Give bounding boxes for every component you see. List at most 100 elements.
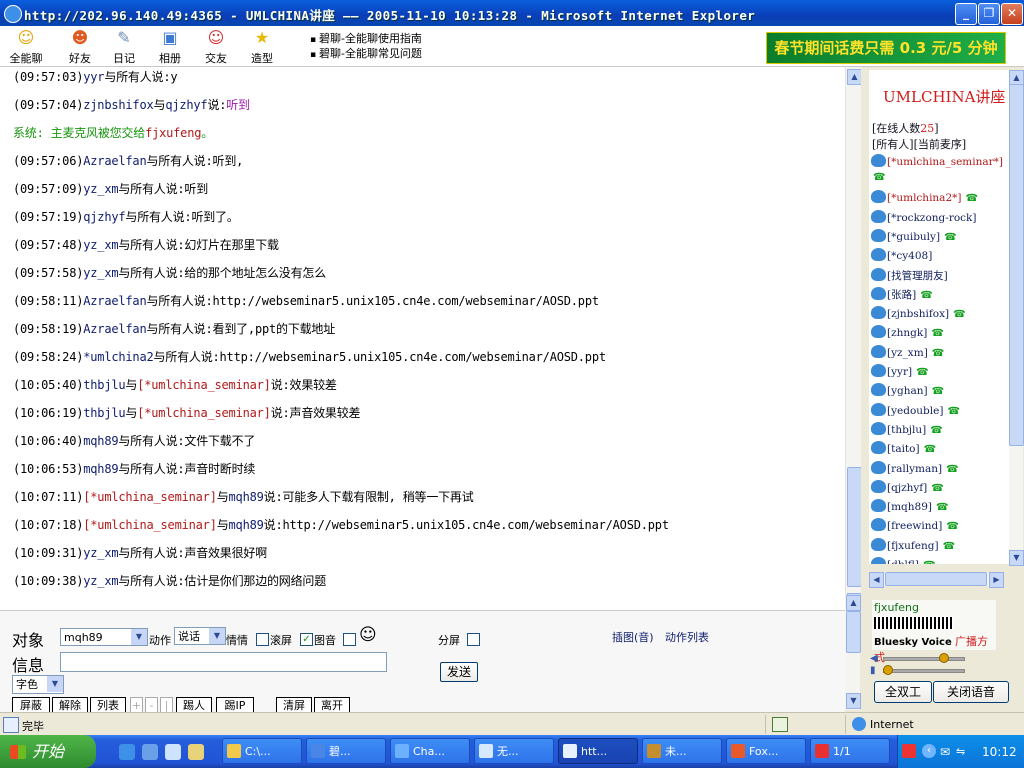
- mic-knob[interactable]: [883, 665, 893, 675]
- message-sender[interactable]: thbjlu: [83, 378, 125, 392]
- image-sound-checkbox[interactable]: ✓: [300, 633, 313, 646]
- mic-slider[interactable]: [883, 669, 965, 673]
- minimize-button[interactable]: _: [955, 3, 977, 25]
- mail-icon[interactable]: ✉: [940, 745, 950, 759]
- ad-banner[interactable]: 春节期间话费只需 0.3 元/5 分钟: [766, 32, 1006, 64]
- scroll-down-button[interactable]: ▼: [846, 693, 861, 709]
- taskbar-task[interactable]: 碧...: [306, 738, 386, 764]
- message-input[interactable]: [60, 652, 387, 672]
- message-sender[interactable]: *umlchina2: [83, 350, 153, 364]
- folder-quicklaunch-icon[interactable]: [188, 744, 204, 760]
- user-list-item[interactable]: [rallyman] ☎: [871, 460, 959, 475]
- system-message-user[interactable]: fjxufeng: [145, 126, 201, 140]
- scroll-right-button[interactable]: ▶: [989, 572, 1004, 588]
- ie-quicklaunch-icon[interactable]: [119, 744, 135, 760]
- message-recipient[interactable]: [*umlchina_seminar]: [137, 406, 271, 420]
- taskbar-task[interactable]: 未...: [642, 738, 722, 764]
- send-button[interactable]: 发送: [440, 662, 478, 682]
- maximize-button[interactable]: ❐: [978, 3, 1000, 25]
- message-sender[interactable]: Azraelfan: [83, 154, 146, 168]
- message-sender[interactable]: Azraelfan: [83, 294, 146, 308]
- message-sender[interactable]: yz_xm: [83, 266, 118, 280]
- message-sender[interactable]: thbjlu: [83, 406, 125, 420]
- insert-media-link[interactable]: 插图(音): [612, 629, 654, 645]
- help-link-guide[interactable]: 碧聊-全能聊使用指南: [310, 32, 422, 47]
- taskbar-task[interactable]: Fox...: [726, 738, 806, 764]
- user-list-item[interactable]: [*rockzong-rock]: [871, 209, 977, 224]
- start-button[interactable]: 开始: [0, 735, 96, 768]
- scroll-checkbox[interactable]: [256, 633, 269, 646]
- target-select[interactable]: mqh89 ▼: [60, 628, 148, 646]
- taskbar-task[interactable]: htt...: [558, 738, 638, 764]
- scroll-up-button[interactable]: ▲: [847, 69, 862, 85]
- close-voice-button[interactable]: 关闭语音: [933, 681, 1009, 703]
- toolbar-item-5[interactable]: ★ 造型: [242, 28, 282, 66]
- user-list-item[interactable]: [zjnbshifox] ☎: [871, 306, 966, 320]
- font-color-select[interactable]: 字色 ▼: [12, 675, 64, 694]
- toolbar-item-3[interactable]: ▣ 相册: [150, 28, 190, 66]
- toolbar-item-4[interactable]: ☺ 交友: [196, 28, 236, 66]
- network-icon[interactable]: ⇋: [956, 745, 965, 758]
- user-list-item[interactable]: [dblfl] ☎: [871, 557, 935, 564]
- user-list-item[interactable]: [yz_xm] ☎: [871, 344, 944, 359]
- message-sender[interactable]: zjnbshifox: [83, 98, 153, 112]
- taskbar-task[interactable]: Cha...: [390, 738, 470, 764]
- user-list-item[interactable]: [fjxufeng] ☎: [871, 537, 955, 552]
- action-list-link[interactable]: 动作列表: [665, 629, 709, 645]
- user-list-item[interactable]: [mqh89] ☎: [871, 499, 948, 513]
- scroll-thumb[interactable]: [847, 467, 862, 587]
- media-quicklaunch-icon[interactable]: [165, 744, 181, 760]
- full-duplex-button[interactable]: 全双工: [874, 681, 932, 703]
- message-sender[interactable]: Azraelfan: [83, 322, 146, 336]
- scroll-up-button[interactable]: ▲: [846, 595, 861, 611]
- panel-scrollbar[interactable]: ▲ ▼: [845, 595, 861, 710]
- message-sender[interactable]: yz_xm: [83, 574, 118, 588]
- toolbar-item-0[interactable]: ☺ 全能聊: [6, 28, 46, 66]
- user-list-item[interactable]: [yedouble] ☎: [871, 402, 960, 417]
- desktop-quicklaunch-icon[interactable]: [142, 744, 158, 760]
- user-list-item[interactable]: [张路] ☎: [871, 286, 933, 302]
- mic-queue-link[interactable]: [当前麦序]: [914, 138, 967, 151]
- message-sender[interactable]: yyr: [83, 70, 104, 84]
- toolbar-item-1[interactable]: ☻ 好友: [60, 28, 100, 66]
- scroll-thumb[interactable]: [846, 611, 861, 653]
- user-list-item[interactable]: [*umlchina2*] ☎: [871, 190, 978, 204]
- message-sender[interactable]: [*umlchina_seminar]: [83, 518, 217, 532]
- close-button[interactable]: ✕: [1001, 3, 1023, 25]
- user-list-item[interactable]: [*cy408]: [871, 248, 932, 262]
- all-users-link[interactable]: [所有人]: [872, 138, 914, 151]
- taskbar-task[interactable]: C:\...: [222, 738, 302, 764]
- emoticon-icon[interactable]: ☺: [359, 625, 377, 645]
- volume-slider[interactable]: [883, 657, 965, 661]
- user-list-item[interactable]: [yghan] ☎: [871, 383, 944, 397]
- scroll-thumb[interactable]: [1009, 84, 1024, 446]
- taskbar-task[interactable]: 1/1: [810, 738, 890, 764]
- scroll-left-button[interactable]: ◀: [869, 572, 884, 588]
- volume-knob[interactable]: [939, 653, 949, 663]
- message-recipient[interactable]: mqh89: [229, 490, 264, 504]
- message-sender[interactable]: yz_xm: [83, 182, 118, 196]
- ime-icon[interactable]: [902, 744, 916, 758]
- user-list-item[interactable]: [taito] ☎: [871, 441, 936, 455]
- taskbar-task[interactable]: 无...: [474, 738, 554, 764]
- message-sender[interactable]: mqh89: [83, 434, 118, 448]
- user-list-hscrollbar[interactable]: ◀ ▶: [869, 572, 1004, 588]
- action-select[interactable]: 说话 ▼: [174, 627, 226, 645]
- split-checkbox[interactable]: [467, 633, 480, 646]
- message-sender[interactable]: yz_xm: [83, 546, 118, 560]
- user-list-item[interactable]: [yyr] ☎: [871, 364, 929, 378]
- user-list-item[interactable]: [*umlchina_seminar*]: [871, 154, 1003, 168]
- user-list-item[interactable]: [找管理朋友]: [871, 267, 948, 283]
- message-recipient[interactable]: [*umlchina_seminar]: [137, 378, 271, 392]
- message-sender[interactable]: [*umlchina_seminar]: [83, 490, 217, 504]
- user-list-item[interactable]: [zhngk] ☎: [871, 325, 944, 339]
- message-sender[interactable]: mqh89: [83, 462, 118, 476]
- user-list-item[interactable]: [freewind] ☎: [871, 518, 959, 532]
- message-sender[interactable]: yz_xm: [83, 238, 118, 252]
- message-recipient[interactable]: mqh89: [229, 518, 264, 532]
- help-link-faq[interactable]: 碧聊-全能聊常见问题: [310, 47, 422, 62]
- scroll-thumb[interactable]: [885, 572, 987, 586]
- user-list-scrollbar[interactable]: ▲ ▼: [1009, 70, 1024, 566]
- scroll-down-button[interactable]: ▼: [1009, 550, 1024, 566]
- extra-checkbox[interactable]: [343, 633, 356, 646]
